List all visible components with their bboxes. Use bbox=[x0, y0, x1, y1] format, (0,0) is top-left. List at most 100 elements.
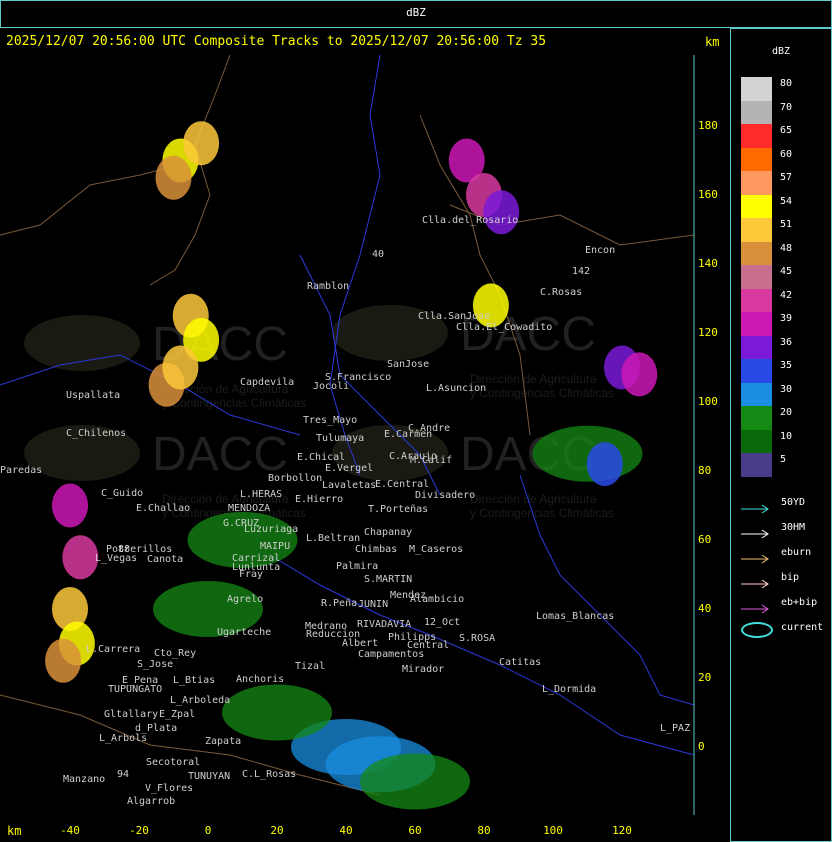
y-tick-label: 0 bbox=[698, 740, 705, 753]
track-label: 50YD bbox=[781, 497, 806, 508]
place-label: L_PAZ bbox=[660, 723, 690, 734]
place-label: RIVADAVIA bbox=[357, 619, 411, 630]
place-label: Ugarteche bbox=[217, 627, 271, 638]
place-label: M.Calif bbox=[410, 455, 452, 466]
boundary-line bbox=[329, 55, 381, 476]
unit-label-bottom: km bbox=[7, 824, 22, 838]
place-label: L.HERAS bbox=[240, 489, 282, 500]
radar-cell bbox=[360, 753, 470, 810]
place-label: 142 bbox=[572, 266, 590, 277]
y-tick-label: 60 bbox=[698, 533, 712, 546]
place-label: d_Plata bbox=[135, 723, 177, 734]
place-label: L.Asuncion bbox=[426, 383, 486, 394]
legend-label: 39 bbox=[780, 313, 793, 324]
place-label: Chimbas bbox=[355, 544, 397, 555]
place-label: E.Challao bbox=[136, 503, 190, 514]
place-label: Gltallary bbox=[104, 709, 158, 720]
legend-swatch bbox=[741, 429, 772, 454]
place-label: M_Caseros bbox=[409, 544, 463, 555]
track-label: eburn bbox=[781, 547, 812, 558]
place-label: C.L_Rosas bbox=[242, 769, 296, 780]
radar-cell bbox=[45, 638, 82, 683]
radar-cell bbox=[162, 345, 199, 390]
place-label: MENDOZA bbox=[228, 503, 270, 514]
place-label: E.Chical bbox=[297, 452, 345, 463]
place-label: Encon bbox=[585, 245, 615, 256]
place-label: C.Rosas bbox=[540, 287, 582, 298]
y-tick-label: 40 bbox=[698, 602, 712, 615]
place-label: TUNUYAN bbox=[188, 771, 230, 782]
legend-title: dBZ bbox=[772, 46, 791, 57]
radar-cell bbox=[52, 483, 88, 528]
legend-swatch bbox=[741, 171, 772, 195]
legend-label: 35 bbox=[780, 360, 793, 371]
window-title: dBZ bbox=[406, 6, 426, 19]
place-label: E.Vergel bbox=[325, 463, 373, 474]
place-label: Mirador bbox=[402, 664, 444, 675]
radar-cell bbox=[621, 352, 658, 397]
legend-swatch bbox=[741, 241, 772, 266]
radar-cell bbox=[155, 155, 192, 200]
legend-label: 65 bbox=[780, 125, 793, 136]
place-label: Albert bbox=[342, 638, 378, 649]
place-label: E.Carmen bbox=[384, 429, 432, 440]
radar-map[interactable]: DACCDirección de Agriculturay Contingenc… bbox=[0, 55, 730, 815]
legend-swatch bbox=[741, 453, 772, 477]
place-label: E.Hierro bbox=[295, 494, 343, 505]
y-tick-label: 140 bbox=[698, 257, 718, 270]
x-tick-label: 80 bbox=[477, 824, 491, 837]
x-tick-label: -40 bbox=[60, 824, 80, 837]
track-arrow-icon bbox=[741, 499, 771, 514]
place-label: 94 bbox=[117, 769, 129, 780]
place-label: Palmira bbox=[336, 561, 378, 572]
place-label: Clla.del_Rosario bbox=[422, 215, 518, 226]
y-tick-label: 160 bbox=[698, 188, 718, 201]
y-tick-label: 80 bbox=[698, 464, 712, 477]
radar-cell bbox=[483, 190, 520, 235]
place-label: Lomas_Blancas bbox=[536, 611, 614, 622]
legend-swatch bbox=[741, 406, 772, 430]
place-label: S.MARTIN bbox=[364, 574, 412, 585]
legend-swatch bbox=[741, 100, 772, 125]
place-label: TUPUNGATO bbox=[108, 684, 162, 695]
place-label: Divisadero bbox=[415, 490, 475, 501]
legend-label: 51 bbox=[780, 219, 793, 230]
place-label: Zapata bbox=[205, 736, 241, 747]
place-label: Alambicio bbox=[410, 594, 464, 605]
track-arrow-icon bbox=[741, 599, 771, 614]
unit-label-right: km bbox=[705, 35, 720, 49]
legend-swatch bbox=[741, 382, 772, 407]
place-label: L_Arbols bbox=[99, 733, 147, 744]
legend-swatch bbox=[741, 194, 772, 219]
place-label: Catitas bbox=[499, 657, 541, 668]
legend-label: 20 bbox=[780, 407, 793, 418]
legend-swatch bbox=[741, 288, 772, 313]
place-label: Tizal bbox=[295, 661, 325, 672]
place-label: S_Jose bbox=[137, 659, 173, 670]
place-label: Borbollon bbox=[268, 473, 322, 484]
legend-swatch bbox=[741, 359, 772, 383]
legend-label: 30 bbox=[780, 383, 793, 395]
track-label: bip bbox=[781, 572, 800, 583]
place-label: Canota bbox=[147, 554, 183, 565]
x-tick-label: 40 bbox=[339, 824, 353, 837]
current-ellipse-icon bbox=[741, 622, 773, 638]
radar-cell bbox=[183, 121, 220, 166]
legend-label: 70 bbox=[780, 101, 793, 113]
x-tick-label: 120 bbox=[612, 824, 632, 837]
watermark-logo-icon bbox=[24, 315, 140, 371]
legend-label: 80 bbox=[780, 78, 793, 89]
place-label: L.Carrera bbox=[86, 644, 140, 655]
place-label: C_Guido bbox=[101, 488, 143, 499]
place-label: L_Arboleda bbox=[170, 695, 230, 706]
place-label: Tulumaya bbox=[316, 433, 364, 444]
place-label: L.Beltran bbox=[306, 533, 360, 544]
track-label: eb+bip bbox=[781, 597, 818, 608]
track-arrow-icon bbox=[741, 574, 771, 589]
place-label: Clla.El_Cowadito bbox=[456, 322, 552, 333]
legend-label: 54 bbox=[780, 195, 793, 207]
place-label: 12_Oct bbox=[424, 617, 460, 628]
x-tick-label: 20 bbox=[270, 824, 284, 837]
legend-label: 5 bbox=[780, 454, 787, 465]
legend-swatch bbox=[741, 147, 772, 172]
